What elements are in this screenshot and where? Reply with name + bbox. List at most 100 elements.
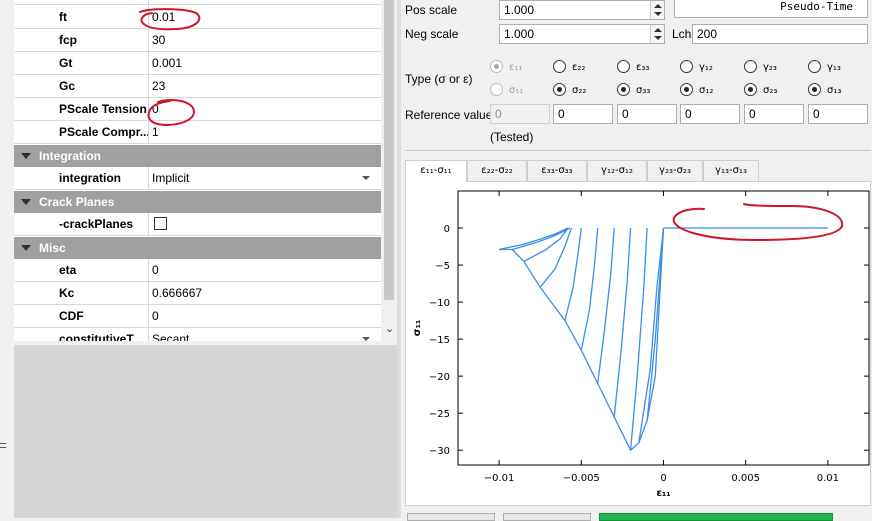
up-arrow-icon[interactable] (654, 28, 662, 32)
radio-sig-6[interactable] (808, 83, 821, 96)
radio-sig-label-3: σ₃₃ (636, 85, 651, 96)
bottom-button-1[interactable] (407, 513, 495, 521)
property-row-cdf[interactable]: CDF 0 (14, 305, 381, 328)
tab-g23-s23[interactable]: γ₂₃-σ₂₃ (647, 160, 703, 181)
property-row-crack-planes[interactable]: -crackPlanes (14, 213, 381, 236)
radio-sig-label-1: σ₁₁ (509, 85, 524, 96)
radio-sig-5[interactable] (744, 83, 757, 96)
down-arrow-icon[interactable] (654, 36, 662, 40)
reference-value-input-6[interactable]: 0 (808, 104, 868, 124)
reference-value-input-5[interactable]: 0 (744, 104, 804, 124)
x-tick-label: 0.005 (731, 473, 760, 484)
radio-sig-label-4: σ₁₂ (699, 85, 714, 96)
reference-value-input-4[interactable]: 0 (680, 104, 740, 124)
y-tick-label: −25 (429, 409, 450, 420)
radio-eps-label-2: ε₂₂ (572, 62, 586, 73)
y-tick-label: −5 (435, 261, 450, 272)
y-tick-label: −15 (429, 335, 450, 346)
radio-eps-2[interactable] (553, 60, 566, 73)
radio-eps-label-5: γ₂₃ (763, 62, 777, 73)
radio-eps-label-3: ε₃₃ (636, 62, 650, 73)
type-label: Type (σ or ε) (405, 72, 473, 86)
x-tick-label: 0 (660, 473, 666, 484)
pos-scale-stepper[interactable] (650, 1, 664, 19)
radio-sig-3[interactable] (617, 83, 630, 96)
property-name: constitutiveT... (14, 328, 149, 341)
pseudo-time-button[interactable]: Pseudo-Time (674, 0, 868, 18)
lch-input[interactable]: 200 (692, 24, 868, 44)
property-name: CDF (14, 305, 149, 327)
property-row-kc[interactable]: Kc 0.666667 (14, 282, 381, 305)
crack-planes-checkbox[interactable] (154, 217, 167, 230)
splitter-mark (0, 447, 6, 448)
property-name: Kc (14, 282, 149, 304)
radio-eps-5[interactable] (744, 60, 757, 73)
y-tick-label: 0 (444, 224, 450, 235)
kc-value[interactable]: 0.666667 (152, 282, 378, 304)
radio-eps-label-6: γ₁₃ (827, 62, 841, 73)
radio-sig-2[interactable] (553, 83, 566, 96)
radio-sig-label-5: σ₂₃ (763, 85, 778, 96)
tested-label: (Tested) (490, 130, 534, 144)
neg-scale-label: Neg scale (405, 27, 459, 41)
radio-sig-label-6: σ₁₃ (827, 85, 842, 96)
group-header-crack-planes[interactable]: Crack Planes (14, 191, 381, 213)
collapse-triangle-icon[interactable] (21, 153, 31, 159)
up-arrow-icon[interactable] (654, 4, 662, 8)
collapse-triangle-icon[interactable] (21, 245, 31, 251)
neg-scale-spinbox[interactable]: 1.000 (499, 24, 665, 44)
tab-e22-s22[interactable]: ε₂₂-σ₂₂ (467, 160, 527, 181)
radio-eps-label-1: ε₁₁ (509, 62, 523, 73)
tab-g13-s13[interactable]: γ₁₃-σ₁₃ (703, 160, 759, 181)
group-label: Integration (39, 149, 101, 163)
reference-value-input-3[interactable]: 0 (617, 104, 677, 124)
y-tick-label: −10 (429, 298, 450, 309)
constitutive-dropdown[interactable]: Secant (152, 328, 378, 341)
neg-scale-stepper[interactable] (650, 25, 664, 43)
tab-g12-s12[interactable]: γ₁₂-σ₁₂ (587, 160, 647, 181)
divider (405, 150, 871, 151)
radio-eps-4[interactable] (680, 60, 693, 73)
pos-scale-value: 1.000 (504, 3, 535, 17)
integration-dropdown[interactable]: Implicit (152, 167, 378, 189)
property-row-constitutive[interactable]: constitutiveT... Secant (14, 328, 381, 341)
crack-planes-value[interactable] (152, 213, 378, 235)
reference-value-input-2[interactable]: 0 (553, 104, 613, 124)
property-name: eta (14, 259, 149, 281)
annotation-overlay-left (139, 8, 201, 127)
group-header-integration[interactable]: Integration (14, 145, 381, 167)
radio-sig-4[interactable] (680, 83, 693, 96)
y-tick-label: −20 (429, 372, 450, 383)
property-panel: ft 0.01 fcp 30 Gt 0.001 Gc 23 PScale Ten… (0, 0, 397, 518)
pos-scale-spinbox[interactable]: 1.000 (499, 0, 665, 20)
radio-eps-3[interactable] (617, 60, 630, 73)
property-row-integration[interactable]: integration Implicit (14, 167, 381, 190)
x-axis-label: ε₁₁ (656, 488, 670, 499)
chart-tab-pane: −0.01 −0.005 0 0.005 0.01 0 −5 −10 −15 −20 −25 −30 ε… (405, 181, 871, 506)
group-header-misc[interactable]: Misc (14, 237, 381, 259)
chevron-down-icon[interactable] (362, 337, 370, 341)
collapse-triangle-icon[interactable] (21, 199, 31, 205)
radio-eps-6[interactable] (808, 60, 821, 73)
scroll-down-icon[interactable]: ⌄ (385, 322, 394, 335)
left-edge-strip (0, 345, 14, 518)
down-arrow-icon[interactable] (654, 12, 662, 16)
description-panel (14, 345, 397, 518)
x-tick-label: −0.005 (563, 473, 600, 484)
y-axis-label: σ₁₁ (412, 320, 423, 337)
x-tick-label: 0.01 (817, 473, 839, 484)
eta-value[interactable]: 0 (152, 259, 378, 281)
radio-sig-label-2: σ₂₂ (572, 85, 587, 96)
chevron-down-icon[interactable] (362, 176, 370, 180)
radio-eps-label-4: γ₁₂ (699, 62, 713, 73)
x-tick-label: −0.01 (484, 473, 515, 484)
tab-e33-s33[interactable]: ε₃₃-σ₃₃ (527, 160, 587, 181)
bottom-button-2[interactable] (503, 513, 591, 521)
progress-bar (599, 513, 833, 521)
property-row-eta[interactable]: eta 0 (14, 259, 381, 282)
reference-value-label: Reference value (405, 108, 493, 122)
cdf-value[interactable]: 0 (152, 305, 378, 327)
tab-e11-s11[interactable]: ε₁₁-σ₁₁ (405, 160, 467, 182)
radio-eps-1 (490, 60, 503, 73)
pseudo-time-label: Pseudo-Time (780, 0, 853, 13)
